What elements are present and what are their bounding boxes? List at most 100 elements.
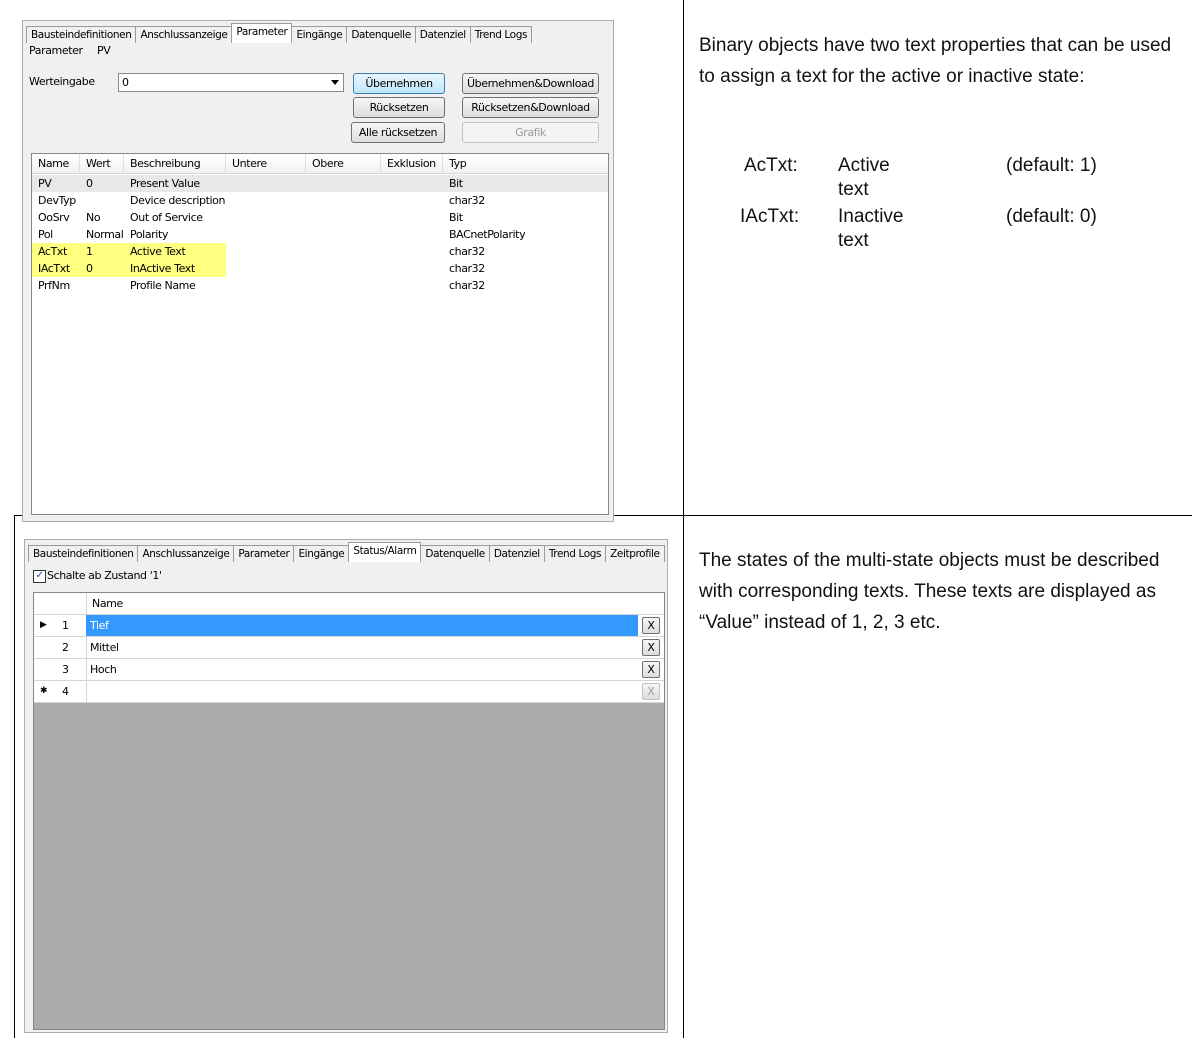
tab-datenquelle[interactable]: Datenquelle <box>346 26 416 43</box>
binary-objects-paragraph: Binary objects have two text properties … <box>699 35 1172 87</box>
new-row-asterisk-icon: ✱ <box>40 686 48 696</box>
tab-zeitprofile[interactable]: Zeitprofile <box>605 545 665 562</box>
cell-wert <box>80 277 124 294</box>
delete-row-button[interactable]: X <box>642 683 660 700</box>
parameter-table: Name Wert Beschreibung Untere Grenze Obe… <box>31 153 609 515</box>
table-row[interactable]: PrfNm Profile Name char32 <box>32 277 608 294</box>
column-header-untere-grenze[interactable]: Untere Grenze <box>226 154 306 189</box>
tab-parameter[interactable]: Parameter <box>233 545 295 562</box>
grid-row[interactable]: 3 Hoch X <box>34 659 664 681</box>
column-header-name[interactable]: Name <box>86 593 638 614</box>
cell-wert: Normal <box>86 228 124 241</box>
werteingabe-label: Werteingabe <box>29 75 95 88</box>
table-header: Name Wert Beschreibung Untere Grenze Obe… <box>32 154 608 189</box>
definition-key: IAcTxt: <box>740 206 800 227</box>
tab-trend-logs[interactable]: Trend Logs <box>469 26 533 43</box>
cell-typ: char32 <box>449 279 485 292</box>
column-header-name[interactable]: Name <box>32 154 80 173</box>
tab-eingaenge[interactable]: Eingänge <box>291 26 348 43</box>
tab-parameter[interactable]: Parameter <box>231 23 293 43</box>
cell-beschreibung: InActive Text <box>124 260 226 277</box>
cell-typ: char32 <box>449 245 485 258</box>
cell-name: DevTyp <box>38 194 76 207</box>
chevron-down-icon <box>331 80 339 85</box>
uebernehmen-button[interactable]: Übernehmen <box>353 73 445 94</box>
cell-typ: char32 <box>449 262 485 275</box>
ruecksetzen-download-button[interactable]: Rücksetzen&Download <box>462 97 599 118</box>
cell-beschreibung: Device description <box>130 194 226 207</box>
tab-datenquelle[interactable]: Datenquelle <box>420 545 490 562</box>
tab-status-alarm[interactable]: Status/Alarm <box>348 542 422 562</box>
state-name-cell[interactable] <box>86 681 638 702</box>
table-row-highlighted[interactable]: AcTxt 1 Active Text char32 <box>32 243 608 260</box>
cell-wert <box>80 192 124 209</box>
tab-anschlussanzeige[interactable]: Anschlussanzeige <box>135 26 233 43</box>
uebernehmen-download-button[interactable]: Übernehmen&Download <box>462 73 599 94</box>
column-header-obere-grenze[interactable]: Obere Grenze <box>306 154 381 189</box>
cell-beschreibung: Polarity <box>130 228 168 241</box>
table-left-border <box>14 515 15 1038</box>
cell-name: PV <box>38 177 52 190</box>
current-row-arrow-icon: ▶ <box>40 620 47 630</box>
definition-default: (default: 1) <box>1006 155 1097 176</box>
werteingabe-dropdown[interactable]: 0 <box>118 73 344 92</box>
alle-ruecksetzen-button[interactable]: Alle rücksetzen <box>351 122 445 143</box>
schalte-ab-zustand-checkbox[interactable]: ✓ <box>33 570 46 583</box>
tab-bausteindefinitionen[interactable]: Bausteindefinitionen <box>28 545 139 562</box>
table-row-highlighted[interactable]: IAcTxt 0 InActive Text char32 <box>32 260 608 277</box>
row-header-corner <box>34 593 87 614</box>
ruecksetzen-button[interactable]: Rücksetzen <box>353 97 445 118</box>
state-name-cell[interactable]: Tief <box>86 615 638 636</box>
multi-state-paragraph: The states of the multi-state objects mu… <box>699 550 1160 633</box>
tab-bar: Bausteindefinitionen Anschlussanzeige Pa… <box>26 23 533 44</box>
cell-name: OoSrv <box>38 211 70 224</box>
column-header-exklusion[interactable]: Exklusion <box>381 154 443 173</box>
state-name-cell[interactable]: Mittel <box>86 637 638 658</box>
delete-row-button[interactable]: X <box>642 661 660 678</box>
row-header[interactable]: 2 <box>34 637 87 658</box>
grid-header: Name <box>34 593 664 615</box>
status-alarm-window: Bausteindefinitionen Anschlussanzeige Pa… <box>24 539 668 1033</box>
row-header[interactable]: ✱ 4 <box>34 681 87 702</box>
column-header-beschreibung[interactable]: Beschreibung <box>124 154 226 173</box>
cell-beschreibung: Present Value <box>130 177 200 190</box>
cell-name: AcTxt <box>32 243 80 260</box>
cell-typ: Bit <box>449 177 463 190</box>
grid-row[interactable]: 2 Mittel X <box>34 637 664 659</box>
row-header[interactable]: 3 <box>34 659 87 680</box>
cell-wert: 0 <box>86 177 93 190</box>
delete-row-button[interactable]: X <box>642 639 660 656</box>
table-row[interactable]: Pol Normal Polarity BACnetPolarity <box>32 226 608 243</box>
cell-wert: No <box>86 211 101 224</box>
grafik-button[interactable]: Grafik <box>462 122 599 143</box>
column-header-typ[interactable]: Typ <box>443 154 608 173</box>
cell-name: IAcTxt <box>32 260 80 277</box>
state-text-grid: Name ▶ 1 Tief X 2 Mittel X 3 Hoch X ✱ 4 … <box>33 592 665 1030</box>
cell-name: PrfNm <box>38 279 70 292</box>
tab-datenziel[interactable]: Datenziel <box>414 26 471 43</box>
tab-datenziel[interactable]: Datenziel <box>488 545 545 562</box>
table-row[interactable]: OoSrv No Out of Service Bit <box>32 209 608 226</box>
tab-bausteindefinitionen[interactable]: Bausteindefinitionen <box>26 26 137 43</box>
delete-row-button[interactable]: X <box>642 617 660 634</box>
cell-beschreibung: Active Text <box>124 243 226 260</box>
row-number: 4 <box>62 685 69 698</box>
table-row[interactable]: PV 0 Present Value Bit <box>32 175 608 192</box>
tab-anschlussanzeige[interactable]: Anschlussanzeige <box>137 545 235 562</box>
row-number: 3 <box>62 663 69 676</box>
tab-trend-logs[interactable]: Trend Logs <box>543 545 607 562</box>
cell-typ: Bit <box>449 211 463 224</box>
grid-row-new[interactable]: ✱ 4 X <box>34 681 664 703</box>
werteingabe-selected-value: 0 <box>122 76 129 89</box>
cell-name: Pol <box>38 228 53 241</box>
table-row[interactable]: DevTyp Device description char32 <box>32 192 608 209</box>
grid-row[interactable]: ▶ 1 Tief X <box>34 615 664 637</box>
cell-wert: 0 <box>80 260 124 277</box>
definition-description: Active text <box>838 155 890 200</box>
schalte-ab-zustand-label: Schalte ab Zustand '1' <box>47 569 162 582</box>
state-name-cell[interactable]: Hoch <box>86 659 638 680</box>
column-header-wert[interactable]: Wert <box>80 154 124 173</box>
tab-eingaenge[interactable]: Eingänge <box>293 545 350 562</box>
row-header[interactable]: ▶ 1 <box>34 615 87 636</box>
column-divider <box>683 0 684 1038</box>
